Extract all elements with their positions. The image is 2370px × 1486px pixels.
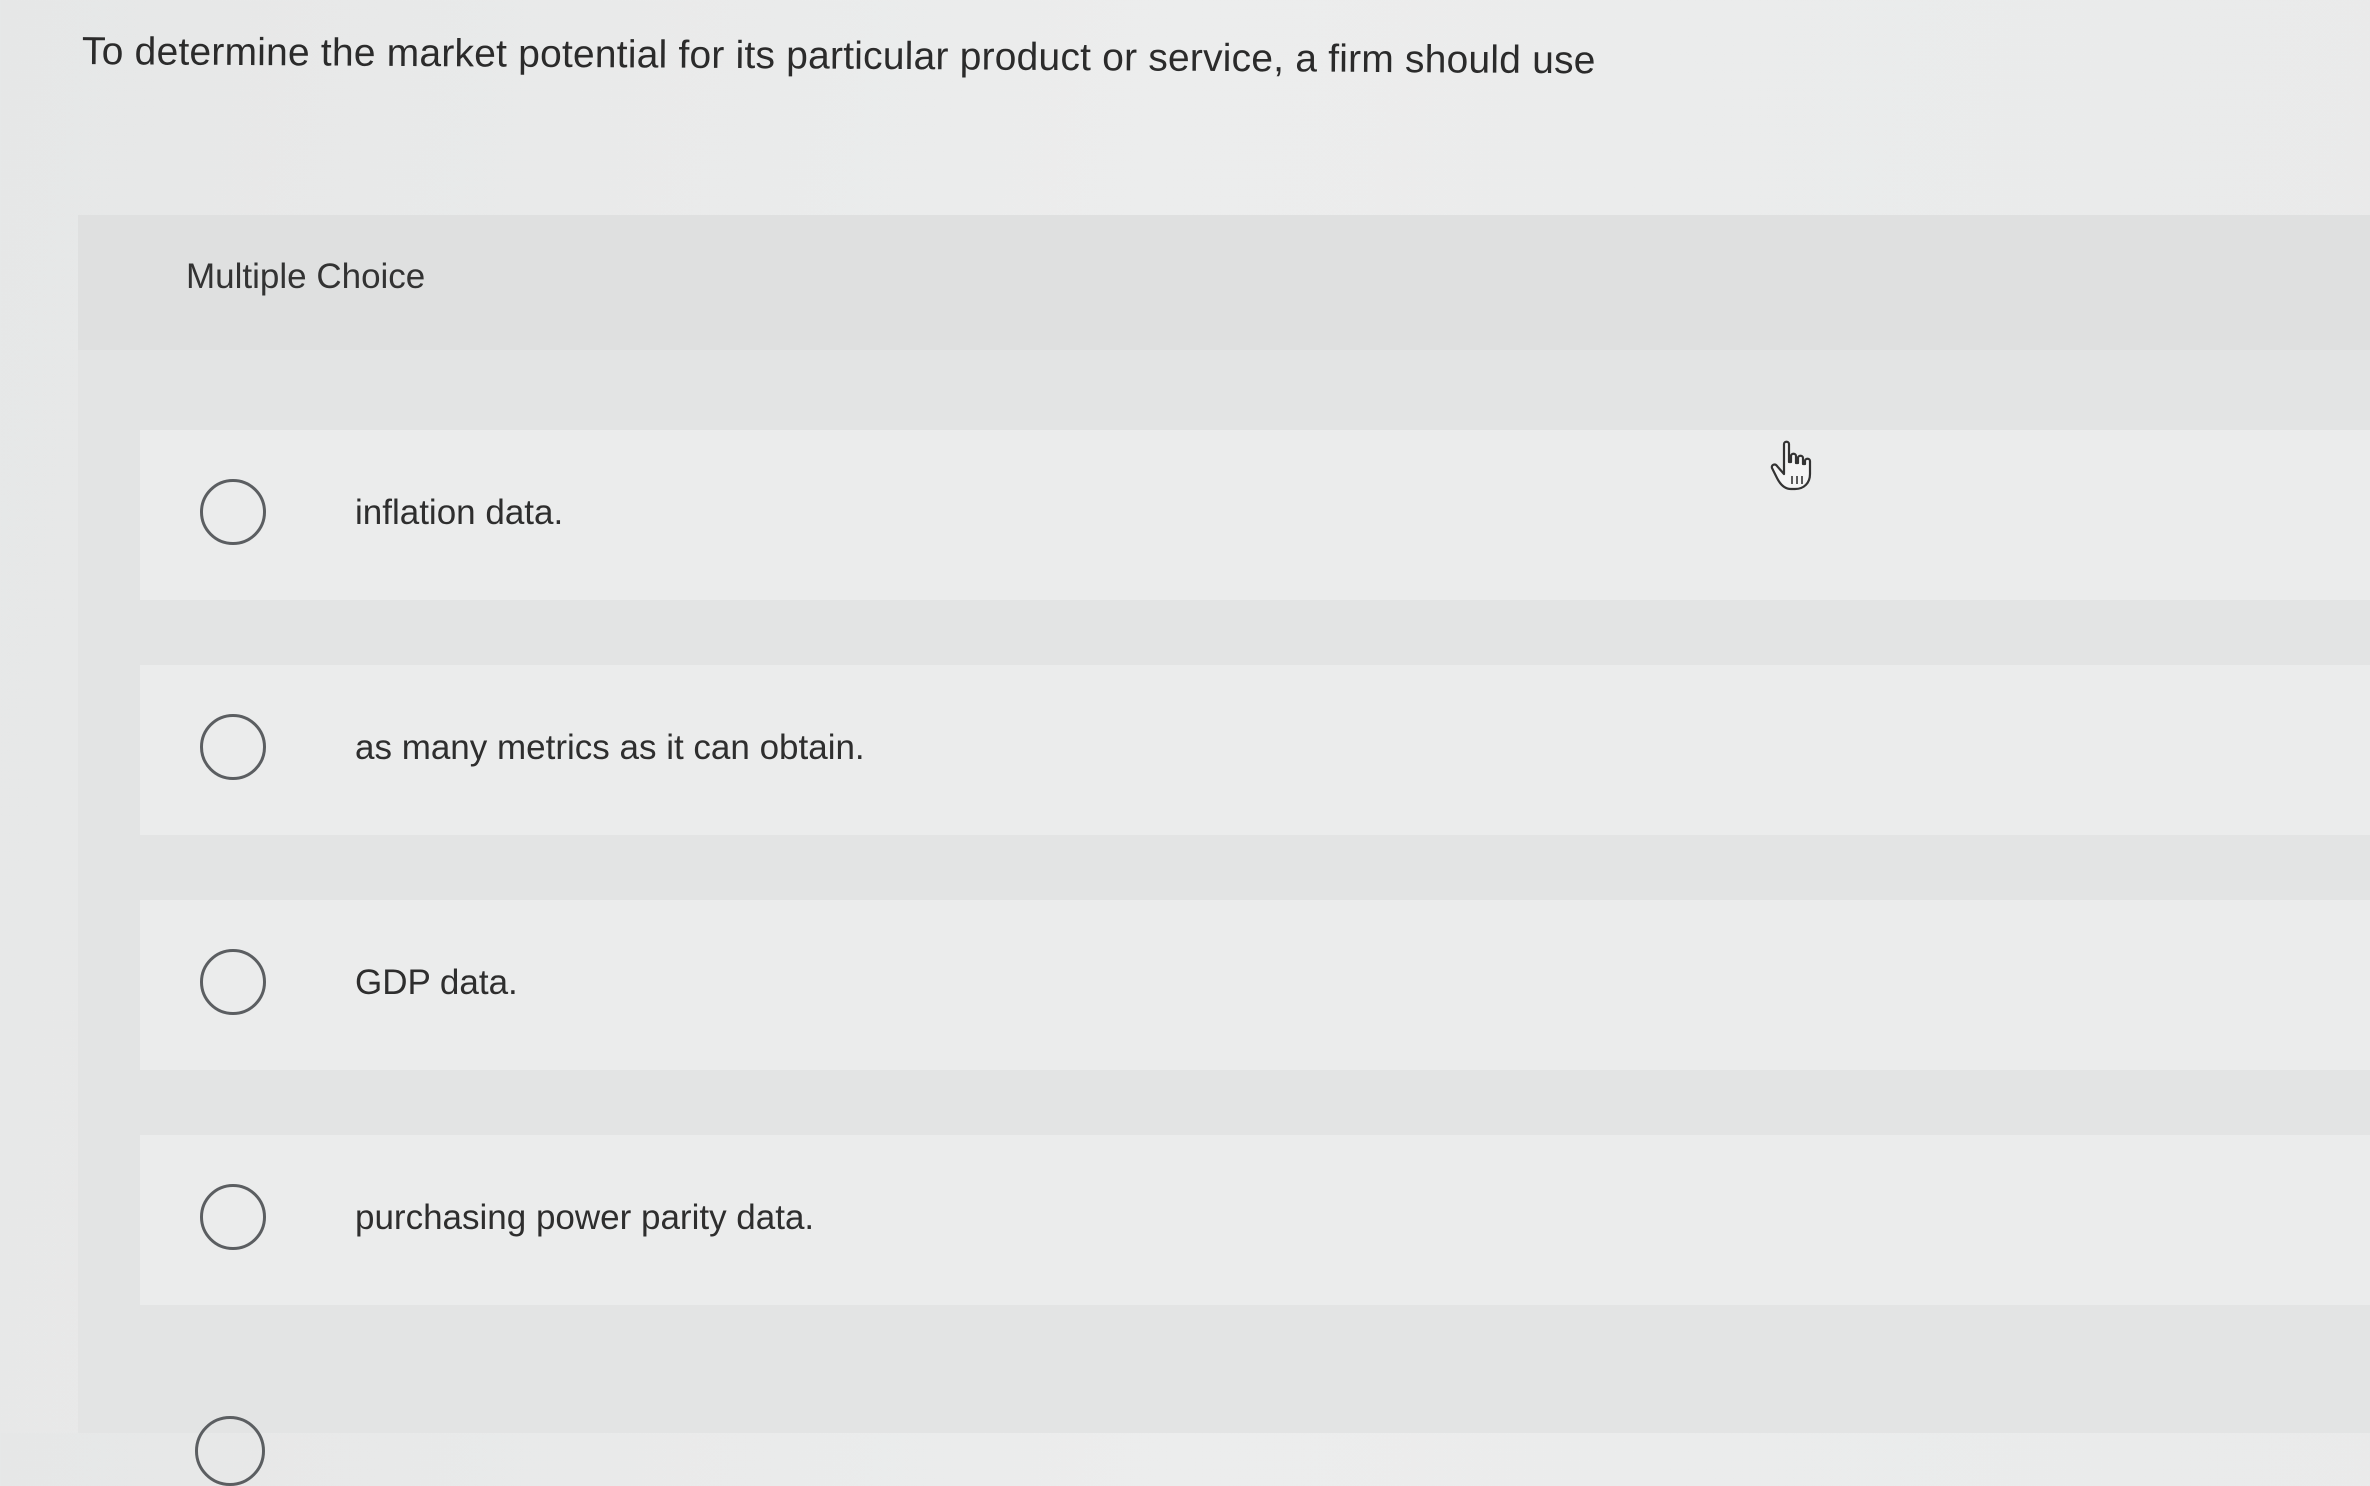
panel-header: Multiple Choice: [78, 215, 2370, 350]
radio-unselected-icon[interactable]: [200, 714, 266, 780]
radio-unselected-icon[interactable]: [200, 1184, 266, 1250]
choice-option-4[interactable]: purchasing power parity data.: [140, 1135, 2370, 1305]
question-text: To determine the market potential for it…: [81, 30, 1596, 83]
question-type-label: Multiple Choice: [186, 257, 426, 296]
choice-label: purchasing power parity data.: [355, 1198, 815, 1237]
radio-unselected-icon[interactable]: [195, 1416, 265, 1486]
choice-option-3[interactable]: GDP data.: [140, 900, 2370, 1070]
choice-label: inflation data.: [355, 493, 564, 532]
choice-option-2[interactable]: as many metrics as it can obtain.: [140, 665, 2370, 835]
choice-label: as many metrics as it can obtain.: [355, 728, 865, 767]
hand-pointer-icon: [1770, 440, 1812, 491]
radio-unselected-icon[interactable]: [200, 479, 266, 545]
choice-label: GDP data.: [355, 963, 518, 1002]
radio-unselected-icon[interactable]: [200, 949, 266, 1015]
choice-option-1[interactable]: inflation data.: [140, 430, 2370, 600]
multiple-choice-panel: Multiple Choice inflation data. as many …: [78, 215, 2370, 1433]
